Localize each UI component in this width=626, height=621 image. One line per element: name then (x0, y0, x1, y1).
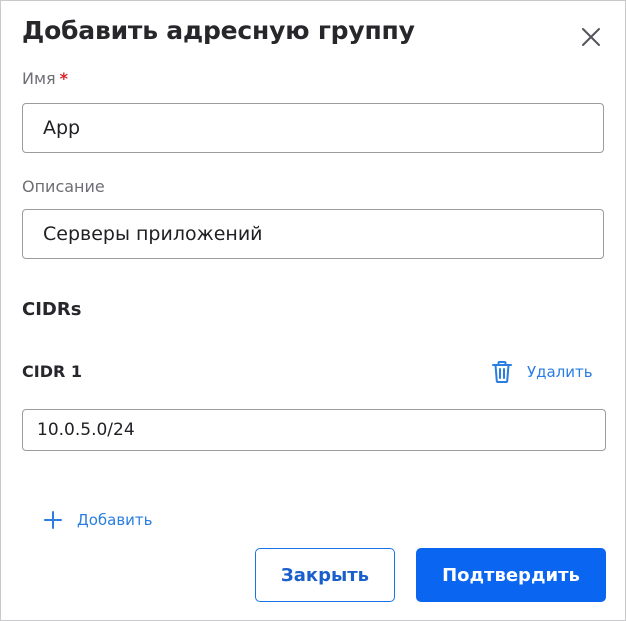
cidrs-section-title: CIDRs (22, 299, 82, 320)
delete-cidr-1-button[interactable]: Удалить (491, 359, 593, 385)
close-dialog-button[interactable] (577, 23, 605, 51)
close-icon (582, 28, 600, 46)
name-label: Имя * (22, 69, 68, 88)
confirm-button[interactable]: Подтвердить (416, 548, 606, 602)
description-label: Описание (22, 177, 105, 196)
required-marker: * (59, 69, 69, 88)
cidr-1-label: CIDR 1 (22, 362, 82, 381)
dialog-title: Добавить адресную группу (22, 16, 415, 45)
plus-icon (44, 511, 62, 529)
trash-icon (492, 361, 512, 383)
description-input[interactable] (22, 209, 604, 259)
cidr-1-input[interactable] (22, 409, 606, 451)
name-label-text: Имя (22, 69, 56, 88)
name-input[interactable] (22, 103, 604, 153)
add-address-group-dialog: Добавить адресную группу Имя* Описание C… (0, 0, 626, 621)
close-button[interactable]: Закрыть (255, 548, 395, 602)
add-cidr-button[interactable]: Добавить (43, 508, 153, 532)
delete-cidr-1-label: Удалить (527, 363, 593, 381)
add-cidr-label: Добавить (77, 511, 153, 529)
